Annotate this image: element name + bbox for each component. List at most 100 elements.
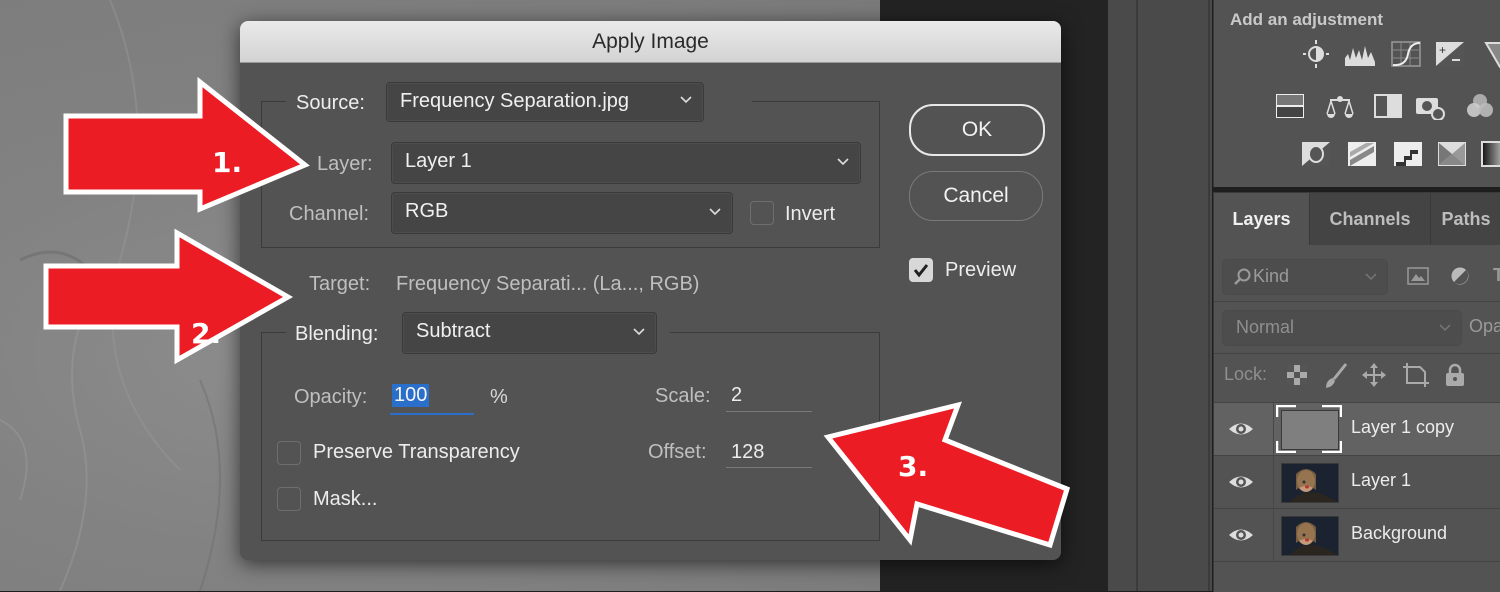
mask-checkbox[interactable]: [277, 487, 301, 511]
offset-value: 128: [731, 441, 765, 463]
layer-row-divider: [1273, 456, 1274, 508]
opacity-value: 100: [392, 384, 430, 407]
offset-label: Offset:: [648, 441, 707, 463]
tab-channels[interactable]: Channels: [1310, 193, 1431, 245]
preserve-transparency-label: Preserve Transparency: [313, 441, 520, 463]
opacity-input[interactable]: 100: [390, 383, 474, 415]
filter-adjustment-layer-icon[interactable]: [1450, 266, 1470, 286]
ok-button[interactable]: OK: [909, 104, 1045, 156]
annotation-number-1: 1.: [212, 146, 243, 179]
gradient-map-icon[interactable]: [1480, 140, 1500, 168]
invert-icon[interactable]: [1300, 140, 1332, 168]
scale-value: 2: [731, 384, 743, 406]
dock-divider: [1136, 0, 1138, 591]
source-select[interactable]: Frequency Separation.jpg: [386, 82, 704, 122]
dialog-title: Apply Image: [592, 30, 709, 53]
lock-artboard-icon[interactable]: [1403, 363, 1429, 387]
scale-label: Scale:: [655, 385, 711, 407]
channel-select[interactable]: RGB: [391, 192, 733, 234]
lock-transparent-pixels-icon[interactable]: [1287, 365, 1307, 385]
apply-image-dialog: Apply Image Source: Frequency Separation…: [240, 21, 1061, 560]
layer-thumbnail: [1281, 463, 1339, 503]
curves-icon[interactable]: [1390, 40, 1422, 68]
layer-filter-kind-select[interactable]: Kind: [1222, 259, 1388, 295]
color-balance-icon[interactable]: [1324, 92, 1356, 120]
photo-thumbnail: [1282, 464, 1338, 502]
opacity-label: Opa: [1469, 316, 1500, 336]
blend-mode-select[interactable]: Normal: [1222, 310, 1462, 346]
lock-label: Lock:: [1224, 364, 1268, 384]
preview-label: Preview: [945, 259, 1017, 281]
blending-label: Blending:: [295, 323, 379, 345]
checkmark-icon: [913, 264, 929, 278]
tab-paths[interactable]: Paths: [1431, 193, 1500, 245]
lock-image-pixels-brush-icon[interactable]: [1324, 363, 1348, 389]
preview-checkbox[interactable]: [909, 258, 933, 282]
eye-visibility-icon[interactable]: [1228, 471, 1254, 493]
layer-row[interactable]: Background: [1214, 508, 1500, 561]
invert-checkbox[interactable]: [750, 201, 774, 225]
chevron-down-icon: [633, 328, 645, 336]
chevron-down-icon: [1365, 273, 1377, 281]
eye-visibility-icon[interactable]: [1228, 524, 1254, 546]
cancel-button[interactable]: Cancel: [909, 171, 1043, 221]
scale-input[interactable]: 2: [726, 381, 812, 412]
panel-dock-gutter: [1108, 0, 1212, 591]
adjustments-panel: Add an adjustment +: [1213, 0, 1500, 187]
channel-value: RGB: [405, 200, 449, 222]
opacity-unit: %: [490, 386, 508, 408]
brightness-contrast-icon[interactable]: [1300, 40, 1332, 68]
chevron-down-icon: [837, 158, 849, 166]
annotation-number-3: 3.: [898, 450, 929, 483]
posterize-icon[interactable]: [1346, 140, 1378, 168]
chevron-down-icon: [1439, 324, 1451, 332]
layer-row-divider: [1273, 509, 1274, 561]
offset-input[interactable]: 128: [726, 437, 812, 468]
chevron-down-icon: [680, 96, 692, 104]
dock-divider: [1208, 0, 1210, 591]
threshold-icon[interactable]: [1392, 140, 1424, 168]
eye-visibility-icon[interactable]: [1228, 418, 1254, 440]
layer-label: Layer:: [317, 153, 373, 175]
layer-name: Layer 1 copy: [1351, 417, 1455, 437]
lock-all-icon[interactable]: [1445, 363, 1465, 387]
exposure-icon[interactable]: +: [1434, 40, 1466, 68]
channel-label: Channel:: [289, 203, 370, 225]
layer-thumbnail: [1281, 516, 1339, 556]
lock-position-move-icon[interactable]: [1362, 363, 1386, 387]
preserve-transparency-checkbox[interactable]: [277, 441, 301, 465]
blending-value: Subtract: [416, 320, 491, 342]
filter-pixel-layer-icon[interactable]: [1407, 267, 1429, 285]
layer-name: Background: [1351, 523, 1448, 543]
vibrance-icon[interactable]: [1484, 40, 1500, 68]
svg-text:+: +: [1439, 43, 1446, 57]
mask-label: Mask...: [313, 488, 378, 510]
tab-layers[interactable]: Layers: [1214, 193, 1310, 245]
target-label: Target:: [309, 273, 371, 295]
filter-type-layer-icon[interactable]: T: [1493, 265, 1500, 286]
layer-row[interactable]: Layer 1: [1214, 455, 1500, 508]
dialog-titlebar[interactable]: Apply Image: [240, 21, 1061, 63]
layer-select[interactable]: Layer 1: [391, 142, 861, 184]
invert-label: Invert: [785, 203, 836, 225]
annotation-number-2: 2.: [191, 317, 222, 350]
layer-value: Layer 1: [405, 150, 472, 172]
layer-row-divider: [1273, 403, 1274, 455]
photo-thumbnail: [1282, 517, 1338, 555]
layers-panel: Layers Channels Paths Kind T Normal Opa …: [1213, 192, 1500, 592]
source-value: Frequency Separation.jpg: [400, 90, 630, 112]
blending-select[interactable]: Subtract: [402, 312, 657, 354]
blend-mode-value: Normal: [1236, 317, 1295, 337]
opacity-label: Opacity:: [294, 386, 368, 408]
chevron-down-icon: [709, 208, 721, 216]
selective-color-icon[interactable]: [1436, 140, 1468, 168]
filter-kind-label: Kind: [1253, 266, 1290, 286]
search-icon: [1234, 268, 1251, 285]
photo-filter-icon[interactable]: [1414, 92, 1446, 120]
levels-icon[interactable]: [1344, 40, 1376, 68]
hue-saturation-icon[interactable]: [1274, 92, 1306, 120]
channel-mixer-icon[interactable]: [1464, 92, 1496, 120]
layer-row[interactable]: Layer 1 copy: [1214, 402, 1500, 455]
source-label: Source:: [296, 92, 365, 114]
black-white-icon[interactable]: [1372, 92, 1404, 120]
